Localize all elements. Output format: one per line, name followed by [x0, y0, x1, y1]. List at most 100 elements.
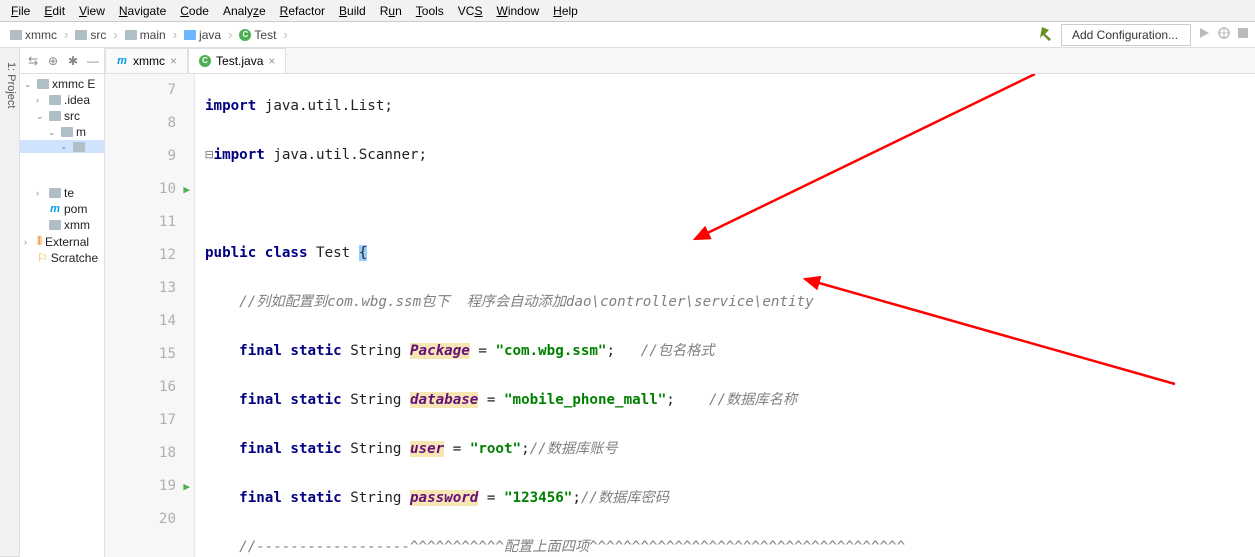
tree-node[interactable]: xmm	[20, 217, 104, 233]
line-number: 17	[105, 404, 176, 437]
tree-node	[20, 153, 104, 169]
build-icon[interactable]	[1039, 25, 1055, 44]
breadcrumb: xmmc › src › main › java › CTest ›	[6, 26, 289, 44]
chevron-right-icon: ›	[113, 27, 117, 42]
run-toolbar: Add Configuration...	[1039, 24, 1249, 46]
tree-node[interactable]: › .idea	[20, 92, 104, 108]
folder-icon	[49, 220, 61, 230]
class-icon: C	[199, 55, 211, 67]
code-editor[interactable]: 7891011121314151617181920 import import …	[105, 74, 1255, 557]
tree-arrow-icon: ⌄	[48, 127, 58, 138]
menu-file[interactable]: File	[4, 4, 37, 18]
tree-node[interactable]: ⌄ src	[20, 108, 104, 124]
tree-node[interactable]: ⌄m	[20, 124, 104, 140]
hide-icon[interactable]: —	[86, 54, 100, 68]
tool-window-stripe-left: 1: Project 2: Favorites	[0, 48, 20, 557]
tree-label: External	[45, 235, 89, 249]
project-tree[interactable]: ⌄xmmc E›.idea⌄src⌄m⌄ ›te mpom xmm›⫴Exter…	[20, 74, 104, 268]
breadcrumb-main[interactable]: main	[121, 26, 170, 44]
tab-test-java[interactable]: CTest.java×	[188, 48, 286, 73]
line-number: 9	[105, 140, 176, 173]
project-toolbar: ⇆ ⊕ ✱ —	[20, 48, 104, 74]
line-number: 7	[105, 74, 176, 107]
editor-tabs: mxmmc× CTest.java×	[105, 48, 1255, 74]
tree-node[interactable]: ⌄xmmc E	[20, 76, 104, 92]
close-icon[interactable]: ×	[268, 54, 275, 68]
chevron-right-icon: ›	[64, 27, 68, 42]
breadcrumb-src[interactable]: src	[71, 26, 110, 44]
tool-window-button-project[interactable]: 1: Project	[3, 54, 19, 557]
folder-icon	[49, 95, 61, 105]
close-icon[interactable]: ×	[170, 54, 177, 68]
editor-area: mxmmc× CTest.java× 789101112131415161718…	[105, 48, 1255, 557]
line-number: 18	[105, 437, 176, 470]
folder-icon	[49, 188, 61, 198]
debug-icon[interactable]	[1217, 26, 1231, 43]
line-number: 19	[105, 470, 176, 503]
tab-label: xmmc	[133, 54, 165, 68]
collapse-icon[interactable]: ⇆	[26, 54, 40, 68]
folder-icon	[125, 30, 137, 40]
breadcrumb-label: main	[140, 28, 166, 42]
settings-icon[interactable]: ✱	[66, 54, 80, 68]
breadcrumb-test[interactable]: CTest	[235, 26, 280, 44]
menu-run[interactable]: Run	[373, 4, 409, 18]
select-target-icon[interactable]: ⊕	[46, 54, 60, 68]
tree-node[interactable]: ⌄	[20, 140, 104, 153]
code-content[interactable]: import import java.util.List;java.util.L…	[195, 74, 1255, 557]
tree-arrow-icon	[24, 253, 34, 263]
project-tool-window: ⇆ ⊕ ✱ — ⌄xmmc E›.idea⌄src⌄m⌄ ›te mpom xm…	[20, 48, 105, 557]
line-number: 15	[105, 338, 176, 371]
tree-label: .idea	[64, 93, 90, 107]
tree-node[interactable]: ›⫴External	[20, 233, 104, 250]
tree-arrow-icon: ⌄	[36, 111, 46, 122]
scratch-icon: ⚐	[37, 251, 48, 265]
tree-node[interactable]: ⚐Scratche	[20, 250, 104, 266]
run-configuration-selector[interactable]: Add Configuration...	[1061, 24, 1191, 46]
run-icon[interactable]	[1197, 26, 1211, 43]
breadcrumb-label: java	[199, 28, 221, 42]
line-number: 12	[105, 239, 176, 272]
navigation-bar: xmmc › src › main › java › CTest › Add C…	[0, 22, 1255, 48]
tree-label: te	[64, 186, 74, 200]
tree-arrow-icon: ›	[36, 188, 46, 198]
folder-icon	[184, 30, 196, 40]
menu-help[interactable]: Help	[546, 4, 585, 18]
menu-navigate[interactable]: Navigate	[112, 4, 173, 18]
menu-window[interactable]: Window	[489, 4, 546, 18]
menu-vcs[interactable]: VCS	[451, 4, 490, 18]
line-number: 13	[105, 272, 176, 305]
breadcrumb-java[interactable]: java	[180, 26, 225, 44]
line-number: 20	[105, 503, 176, 536]
tree-label: m	[76, 125, 86, 139]
line-number: 14	[105, 305, 176, 338]
class-icon: C	[239, 29, 251, 41]
tree-label: xmmc E	[52, 77, 95, 91]
tool-window-button-favorites[interactable]: 2: Favorites	[0, 374, 3, 557]
tree-arrow-icon	[36, 204, 46, 214]
folder-icon	[49, 111, 61, 121]
line-number: 16	[105, 371, 176, 404]
menu-tools[interactable]: Tools	[409, 4, 451, 18]
tree-label: src	[64, 109, 80, 123]
menu-edit[interactable]: Edit	[37, 4, 72, 18]
stop-icon[interactable]	[1237, 27, 1249, 42]
tab-xmmc[interactable]: mxmmc×	[105, 48, 188, 73]
menu-code[interactable]: Code	[173, 4, 216, 18]
tree-node[interactable]: › te	[20, 185, 104, 201]
breadcrumb-label: xmmc	[25, 28, 57, 42]
library-icon: ⫴	[37, 234, 42, 249]
folder-icon	[75, 30, 87, 40]
tree-arrow-icon	[36, 220, 46, 230]
line-number: 8	[105, 107, 176, 140]
menu-view[interactable]: View	[72, 4, 112, 18]
tree-node[interactable]: mpom	[20, 201, 104, 217]
menu-refactor[interactable]: Refactor	[273, 4, 332, 18]
tree-arrow-icon: ›	[36, 95, 46, 105]
folder-icon	[37, 79, 49, 89]
menu-analyze[interactable]: Analyze	[216, 4, 273, 18]
breadcrumb-root[interactable]: xmmc	[6, 26, 61, 44]
menu-build[interactable]: Build	[332, 4, 373, 18]
folder-icon	[73, 142, 85, 152]
chevron-right-icon: ›	[173, 27, 177, 42]
